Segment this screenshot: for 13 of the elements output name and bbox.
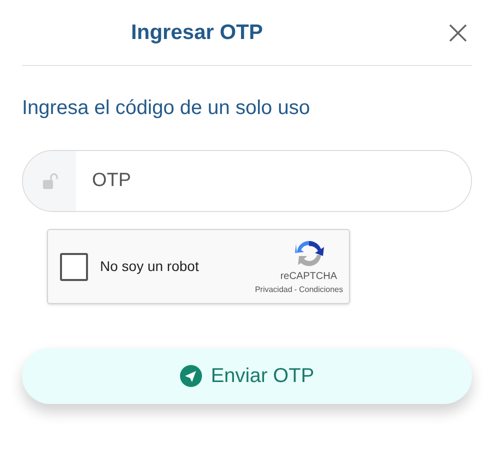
prompt-text: Ingresa el código de un solo uso	[22, 97, 310, 119]
send-otp-button[interactable]: Enviar OTP	[22, 348, 472, 404]
dialog-title: Ingresar OTP	[131, 20, 263, 46]
privacy-link[interactable]: Privacidad	[254, 284, 292, 296]
otp-field[interactable]: OTP	[22, 150, 472, 212]
terms-link[interactable]: Condiciones	[298, 284, 343, 296]
captcha-label: No soy un robot	[100, 257, 199, 276]
close-icon[interactable]	[448, 22, 468, 42]
captcha-brand: reCAPTCHA	[280, 270, 337, 284]
send-icon	[180, 365, 202, 387]
captcha-checkbox[interactable]	[60, 252, 88, 280]
link-separator: -	[294, 284, 297, 296]
padlock-icon	[42, 172, 58, 190]
